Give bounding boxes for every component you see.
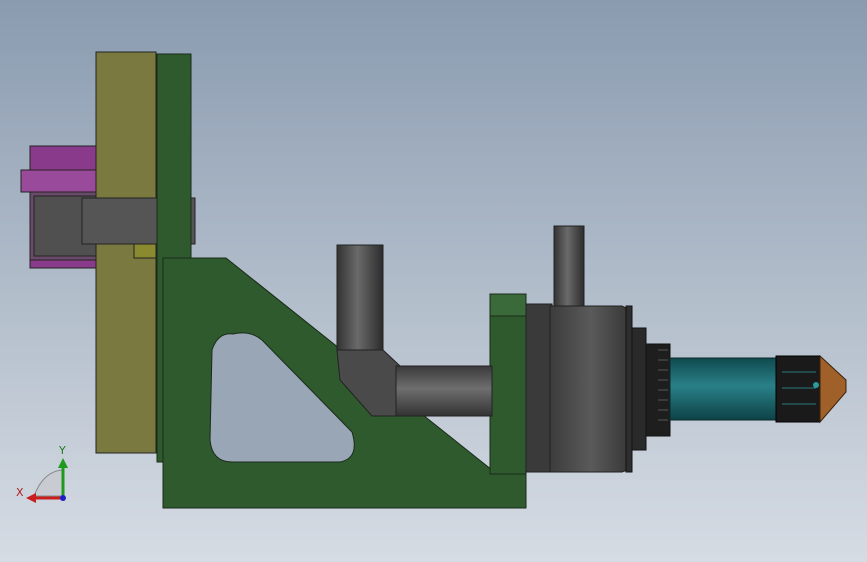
horizontal-pipe[interactable] [395, 365, 493, 417]
y-axis-label: Y [58, 444, 66, 457]
triad-base-icon [33, 469, 65, 497]
top-post[interactable] [553, 225, 585, 307]
nozzle-collar[interactable] [775, 355, 821, 423]
y-axis-arrow-icon [58, 458, 68, 468]
main-cylinder-body[interactable] [525, 303, 633, 473]
flange-rings[interactable] [631, 327, 671, 451]
z-axis-dot-icon [60, 495, 66, 501]
copper-nozzle-tip[interactable] [819, 354, 847, 424]
teal-shaft[interactable] [669, 357, 779, 421]
coordinate-triad: Y X [16, 444, 68, 503]
x-axis-arrow-icon [26, 493, 36, 503]
x-axis-label: X [16, 486, 24, 499]
cad-viewport[interactable]: Y X [0, 0, 867, 562]
olive-mounting-plate[interactable] [95, 51, 157, 454]
